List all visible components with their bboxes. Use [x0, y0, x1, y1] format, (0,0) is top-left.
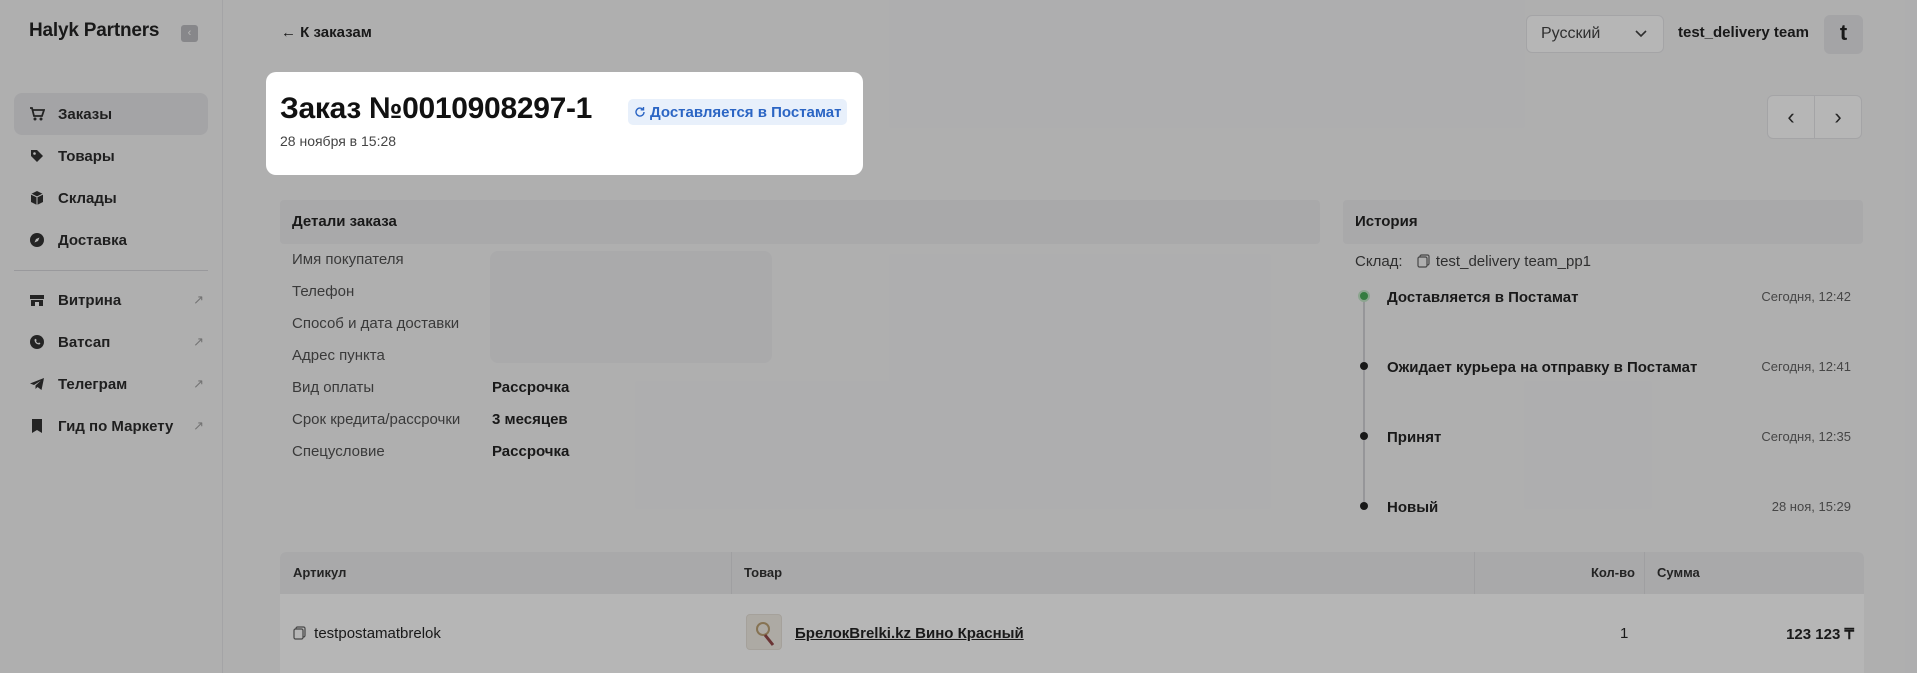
order-title-card: Заказ №0010908297-1 Доставляется в Поста… — [266, 72, 863, 175]
back-to-orders-link[interactable]: ← К заказам — [281, 24, 372, 41]
detail-label: Телефон — [292, 283, 355, 300]
order-items-table: Артикул Товар Кол-во Сумма testpostamatb… — [280, 552, 1864, 673]
sidebar-item-storefront[interactable]: Витрина ↗ — [14, 279, 208, 321]
detail-label: Срок кредита/рассрочки — [292, 411, 461, 428]
sidebar-item-label: Доставка — [58, 231, 127, 249]
product-link[interactable]: БрелокBrelki.kz Вино Красный — [795, 625, 1024, 642]
next-order-button[interactable]: › — [1814, 96, 1861, 138]
sidebar-nav-main: Заказы Товары Склады Доставка — [14, 93, 208, 261]
column-header-product: Товар — [744, 565, 783, 580]
table-header: Артикул Товар Кол-во Сумма — [280, 552, 1864, 594]
detail-value: Рассрочка — [492, 443, 570, 460]
external-link-icon: ↗ — [193, 292, 204, 307]
column-separator — [1644, 552, 1645, 594]
redacted-customer-info — [490, 251, 772, 363]
sidebar-item-label: Ватсап — [58, 333, 111, 351]
history-event-label: Новый — [1387, 499, 1439, 516]
detail-value: Рассрочка — [492, 379, 570, 396]
chevron-down-icon — [1633, 25, 1649, 46]
column-header-sku: Артикул — [293, 565, 347, 580]
external-link-icon: ↗ — [193, 376, 204, 391]
sidebar-item-orders[interactable]: Заказы — [14, 93, 208, 135]
refresh-icon — [634, 106, 646, 118]
history-event-label: Принят — [1387, 429, 1442, 446]
language-select[interactable]: Русский — [1526, 15, 1664, 53]
store-icon — [28, 291, 46, 309]
status-badge: Доставляется в Постамат — [628, 99, 848, 125]
copy-icon[interactable] — [1417, 254, 1430, 272]
sidebar-item-label: Витрина — [58, 291, 122, 309]
team-name: test_delivery team — [1678, 24, 1809, 41]
detail-label: Адрес пункта — [292, 347, 385, 364]
timeline-line — [1363, 296, 1365, 508]
external-link-icon: ↗ — [193, 334, 204, 349]
history-heading: История — [1343, 200, 1863, 244]
sidebar: Halyk Partners ‹ Заказы Товары Склады До… — [0, 0, 223, 673]
product-thumbnail — [746, 614, 782, 650]
column-header-sum: Сумма — [1657, 565, 1700, 580]
cart-icon — [28, 105, 46, 123]
sidebar-item-market-guide[interactable]: Гид по Маркету ↗ — [14, 405, 208, 447]
language-value: Русский — [1541, 25, 1601, 42]
box-icon — [28, 189, 46, 207]
copy-icon[interactable] — [293, 626, 306, 644]
timeline-dot — [1360, 502, 1368, 510]
collapse-sidebar-button[interactable]: ‹ — [181, 25, 198, 42]
history-event-time: 28 ноя, 15:29 — [1771, 499, 1851, 514]
warehouse-info: Склад: test_delivery team_pp1 — [1355, 253, 1591, 272]
sidebar-item-products[interactable]: Товары — [14, 135, 208, 177]
timeline-dot — [1360, 362, 1368, 370]
order-date: 28 ноября в 15:28 — [280, 133, 397, 149]
detail-label: Вид оплаты — [292, 379, 375, 396]
history-event-label: Доставляется в Постамат — [1387, 289, 1579, 306]
detail-label: Имя покупателя — [292, 251, 404, 268]
sidebar-item-telegram[interactable]: Телеграм ↗ — [14, 363, 208, 405]
detail-label: Способ и дата доставки — [292, 315, 460, 332]
timeline-dot-active — [1358, 290, 1370, 302]
order-pager: ‹ › — [1767, 95, 1862, 139]
compass-icon — [28, 231, 46, 249]
sidebar-item-delivery[interactable]: Доставка — [14, 219, 208, 261]
brand-logo: Halyk Partners — [29, 20, 160, 41]
sidebar-item-label: Заказы — [58, 105, 113, 123]
column-separator — [1474, 552, 1475, 594]
sidebar-item-label: Гид по Маркету — [58, 417, 174, 435]
telegram-icon — [28, 375, 46, 393]
column-header-qty: Кол-во — [1591, 565, 1635, 580]
sidebar-item-label: Товары — [58, 147, 115, 165]
warehouse-value: test_delivery team_pp1 — [1435, 253, 1592, 270]
history-event-time: Сегодня, 12:35 — [1761, 429, 1851, 444]
sku-value: testpostamatbrelok — [314, 625, 441, 642]
sidebar-item-whatsapp[interactable]: Ватсап ↗ — [14, 321, 208, 363]
avatar[interactable]: t — [1824, 15, 1863, 54]
qty-cell: 1 — [1620, 625, 1629, 642]
sum-cell: 123 123 ₸ — [1786, 626, 1854, 643]
tag-icon — [28, 147, 46, 165]
sidebar-nav-external: Витрина ↗ Ватсап ↗ Телеграм ↗ Гид по Мар… — [14, 279, 208, 447]
history-event-time: Сегодня, 12:41 — [1761, 359, 1851, 374]
sidebar-item-label: Склады — [58, 189, 117, 207]
previous-order-button[interactable]: ‹ — [1768, 96, 1814, 138]
status-text: Доставляется в Постамат — [650, 103, 842, 121]
bookmark-icon — [28, 417, 46, 435]
detail-label: Спецусловие — [292, 443, 385, 460]
sidebar-item-warehouses[interactable]: Склады — [14, 177, 208, 219]
sidebar-divider — [14, 270, 208, 271]
details-heading: Детали заказа — [280, 200, 1320, 244]
detail-value: 3 месяцев — [492, 411, 568, 428]
column-separator — [731, 552, 732, 594]
sidebar-item-label: Телеграм — [58, 375, 128, 393]
warehouse-label: Склад: — [1355, 253, 1403, 270]
timeline-dot — [1360, 432, 1368, 440]
whatsapp-icon — [28, 333, 46, 351]
page-title: Заказ №0010908297-1 — [280, 92, 593, 125]
sku-cell: testpostamatbrelok — [293, 625, 441, 644]
external-link-icon: ↗ — [193, 418, 204, 433]
history-event-time: Сегодня, 12:42 — [1761, 289, 1851, 304]
